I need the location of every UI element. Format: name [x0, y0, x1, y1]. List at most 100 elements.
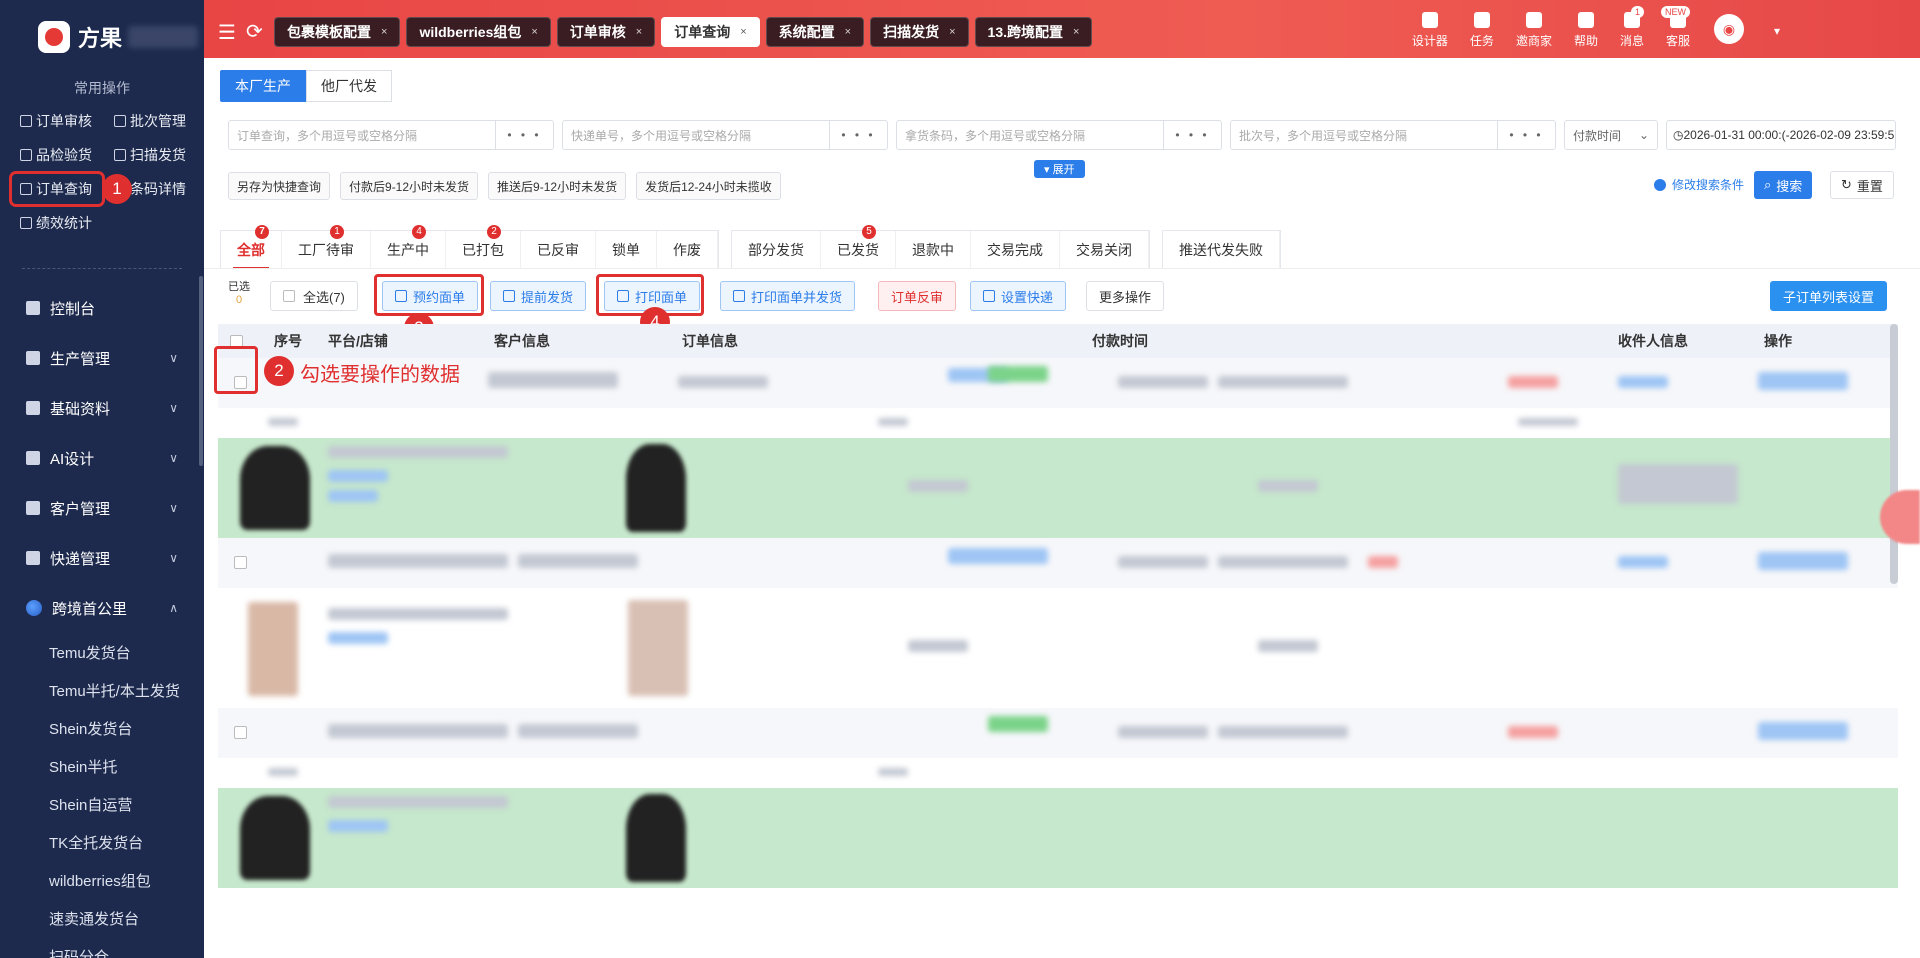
- status-tab-partial-shipped[interactable]: 部分发货: [732, 231, 821, 269]
- tab-order-review[interactable]: 订单审核 ×: [556, 17, 656, 47]
- close-icon[interactable]: ×: [1073, 26, 1079, 38]
- filter-paid-unshipped[interactable]: 付款后9-12小时未发货: [340, 172, 479, 200]
- menu-customer[interactable]: 客户管理 ∨: [0, 483, 204, 533]
- table-row[interactable]: [218, 438, 1898, 538]
- menu-ai-design[interactable]: AI设计 ∨: [0, 433, 204, 483]
- status-tab-locked[interactable]: 锁单: [596, 231, 657, 269]
- status-tab-factory-pending[interactable]: 工厂待审 1: [282, 225, 371, 269]
- more-actions-button[interactable]: 更多操作: [1086, 281, 1165, 311]
- menu-dashboard[interactable]: 控制台: [0, 283, 204, 333]
- table-scrollbar[interactable]: [1890, 324, 1898, 584]
- status-tab-packed[interactable]: 已打包 2: [446, 225, 521, 269]
- express-search-field[interactable]: 快递单号，多个用逗号或空格分隔 • • •: [562, 120, 888, 150]
- row-checkbox[interactable]: [234, 726, 247, 739]
- barcode-search-field[interactable]: 拿货条码，多个用逗号或空格分隔 • • •: [896, 120, 1222, 150]
- close-icon[interactable]: ×: [531, 26, 537, 38]
- filter-shipped-uncollected[interactable]: 发货后12-24小时未揽收: [636, 172, 781, 200]
- product-thumbnail[interactable]: [240, 796, 310, 880]
- tool-message[interactable]: 消息 1: [1620, 6, 1644, 49]
- tab-scan-ship[interactable]: 扫描发货 ×: [870, 17, 969, 47]
- logo[interactable]: 方果: [0, 0, 204, 74]
- menu-basic-data[interactable]: 基础资料 ∨: [0, 383, 204, 433]
- row-checkbox[interactable]: [234, 556, 247, 569]
- status-tab-producing[interactable]: 生产中 4: [371, 225, 446, 269]
- more-icon[interactable]: • • •: [495, 121, 553, 149]
- quick-order-query[interactable]: 订单查询: [9, 171, 105, 207]
- order-search-field[interactable]: 订单查询，多个用逗号或空格分隔 • • •: [228, 120, 554, 150]
- menu-express[interactable]: 快递管理 ∨: [0, 533, 204, 583]
- tool-help[interactable]: 帮助: [1574, 12, 1598, 49]
- menu-cross-border[interactable]: 跨境首公里 ∧: [0, 583, 204, 633]
- search-button[interactable]: ⌕ 搜索: [1754, 171, 1813, 199]
- order-reverse-button[interactable]: 订单反审: [878, 281, 957, 311]
- tab-own-factory[interactable]: 本厂生产: [220, 70, 306, 102]
- tab-system-config[interactable]: 系统配置 ×: [765, 17, 865, 47]
- product-thumbnail[interactable]: [626, 794, 686, 882]
- close-icon[interactable]: ×: [381, 26, 387, 38]
- table-row[interactable]: [218, 358, 1898, 408]
- sub-shein-semi[interactable]: Shein半托: [0, 747, 204, 785]
- set-express-button[interactable]: 设置快递: [970, 281, 1067, 311]
- table-row[interactable]: [218, 538, 1898, 588]
- quick-inspect[interactable]: 品检验货: [20, 142, 114, 168]
- sidebar-scrollbar[interactable]: [199, 276, 203, 466]
- status-tab-all[interactable]: 全部 7: [221, 225, 282, 269]
- quick-scan-ship[interactable]: 扫描发货: [114, 142, 204, 168]
- status-tab-completed[interactable]: 交易完成: [971, 231, 1060, 269]
- table-row[interactable]: [218, 588, 1898, 708]
- tool-service[interactable]: 客服 NEW: [1661, 6, 1690, 49]
- tool-task[interactable]: 任务: [1470, 12, 1494, 49]
- status-tab-voided[interactable]: 作废: [657, 231, 718, 269]
- tool-designer[interactable]: 设计器: [1412, 12, 1448, 49]
- product-thumbnail[interactable]: [626, 444, 686, 532]
- status-tab-shipped[interactable]: 已发货 5: [821, 225, 896, 269]
- tool-invite[interactable]: 邀商家: [1516, 12, 1552, 49]
- sub-scan-split[interactable]: 扫码分仓: [0, 937, 204, 958]
- batch-search-field[interactable]: 批次号，多个用逗号或空格分隔 • • •: [1230, 120, 1556, 150]
- product-thumbnail[interactable]: [628, 600, 688, 696]
- sub-aliexpress[interactable]: 速卖通发货台: [0, 899, 204, 937]
- date-range-picker[interactable]: ◷ 2026-01-31 00:00:(-2026-02-09 23:59:5: [1666, 120, 1896, 150]
- sub-tk-ship[interactable]: TK全托发货台: [0, 823, 204, 861]
- select-all-checkbox[interactable]: 全选(7): [270, 281, 358, 311]
- more-icon[interactable]: • • •: [829, 121, 887, 149]
- sublist-settings-button[interactable]: 子订单列表设置: [1770, 281, 1888, 311]
- save-quick-query[interactable]: 另存为快捷查询: [228, 172, 331, 200]
- menu-production[interactable]: 生产管理 ∨: [0, 333, 204, 383]
- sub-temu-semi[interactable]: Temu半托/本土发货: [0, 671, 204, 709]
- time-type-select[interactable]: 付款时间 ⌄: [1564, 120, 1658, 150]
- tab-other-factory[interactable]: 他厂代发: [306, 70, 392, 102]
- print-and-ship-button[interactable]: 打印面单并发货: [720, 281, 856, 311]
- close-icon[interactable]: ×: [949, 26, 955, 38]
- close-icon[interactable]: ×: [636, 26, 642, 38]
- product-thumbnail[interactable]: [240, 446, 310, 530]
- hamburger-icon[interactable]: ☰: [218, 20, 236, 45]
- status-tab-refunding[interactable]: 退款中: [896, 231, 971, 269]
- sub-shein-self[interactable]: Shein自运营: [0, 785, 204, 823]
- table-row[interactable]: [218, 788, 1898, 888]
- pre-ship-button[interactable]: 提前发货: [490, 281, 587, 311]
- refresh-icon[interactable]: ⟳: [246, 19, 263, 44]
- tab-wildberries[interactable]: wildberries组包 ×: [406, 17, 551, 47]
- expand-button[interactable]: ▾ 展开: [1034, 160, 1085, 178]
- quick-order-review[interactable]: 订单审核: [20, 108, 114, 134]
- sub-wildberries[interactable]: wildberries组包: [0, 861, 204, 899]
- close-icon[interactable]: ×: [845, 26, 851, 38]
- status-tab-push-failed[interactable]: 推送代发失败: [1163, 231, 1280, 269]
- quick-batch-manage[interactable]: 批次管理: [114, 108, 204, 134]
- chevron-down-icon[interactable]: ▾: [1774, 24, 1780, 38]
- tab-package-template[interactable]: 包裹模板配置 ×: [274, 17, 401, 47]
- tab-cross-border-config[interactable]: 13.跨境配置 ×: [974, 17, 1093, 47]
- product-thumbnail[interactable]: [248, 602, 298, 696]
- more-icon[interactable]: • • •: [1497, 121, 1555, 149]
- sub-shein-ship[interactable]: Shein发货台: [0, 709, 204, 747]
- more-icon[interactable]: • • •: [1163, 121, 1221, 149]
- quick-performance[interactable]: 绩效统计: [20, 210, 114, 236]
- status-tab-reversed[interactable]: 已反审: [521, 231, 596, 269]
- status-tab-closed[interactable]: 交易关闭: [1060, 231, 1149, 269]
- close-icon[interactable]: ×: [740, 26, 746, 38]
- filter-pushed-unshipped[interactable]: 推送后9-12小时未发货: [488, 172, 627, 200]
- modify-search-link[interactable]: 修改搜索条件: [1654, 176, 1744, 193]
- user-avatar[interactable]: ◉: [1714, 14, 1744, 44]
- tab-order-query[interactable]: 订单查询 ×: [661, 17, 760, 47]
